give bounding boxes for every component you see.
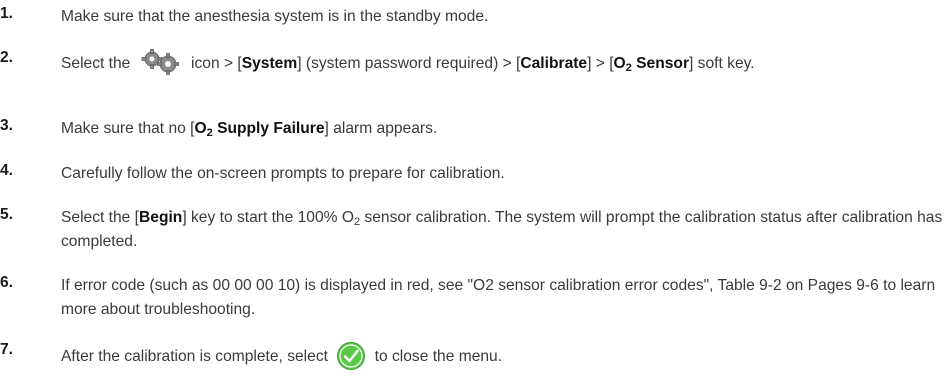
step-number: 5. (0, 206, 14, 223)
step-text: Select the icon > [System] (system passw… (61, 49, 948, 76)
menu-o2-sensor: O2 Sensor (613, 55, 690, 74)
menu-system: System (241, 55, 298, 72)
step-text: Make sure that no [O2 Supply Failure] al… (61, 120, 438, 139)
step-number: 7. (0, 341, 14, 358)
step-number: 6. (0, 274, 14, 291)
step-text: After the calibration is complete, selec… (61, 341, 948, 371)
check-icon (337, 342, 366, 370)
key-begin: Begin (139, 209, 183, 226)
step-text: Make sure that the anesthesia system is … (61, 8, 489, 25)
step-text: Carefully follow the on-screen prompts t… (61, 165, 505, 182)
step-number: 2. (0, 49, 14, 66)
step-text: Select the [Begin] key to start the 100%… (61, 209, 943, 250)
step-number: 3. (0, 117, 14, 134)
alarm-o2-supply-failure: O2 Supply Failure (194, 120, 325, 139)
step-number: 1. (0, 5, 14, 22)
gear-icon (141, 49, 179, 75)
step-text: If error code (such as 00 00 00 10) is d… (61, 277, 936, 318)
menu-calibrate: Calibrate (520, 55, 588, 72)
step-number: 4. (0, 162, 14, 179)
